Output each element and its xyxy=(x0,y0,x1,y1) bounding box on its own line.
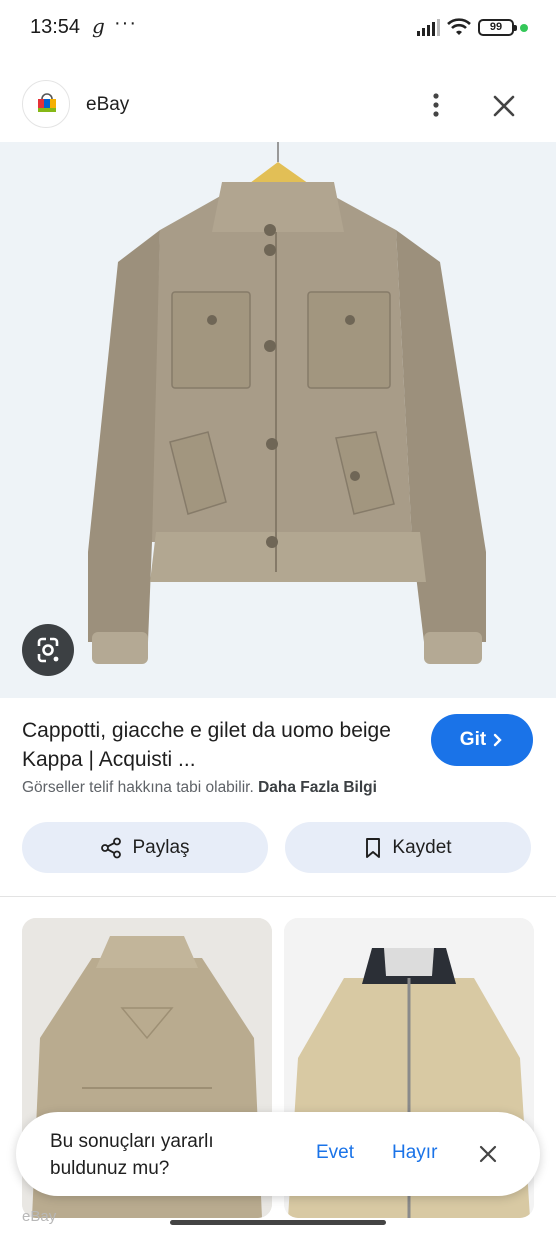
related-source: eBay xyxy=(22,1208,57,1225)
ebay-bag-icon xyxy=(22,80,70,128)
header: eBay xyxy=(0,72,556,136)
share-label: Paylaş xyxy=(132,836,190,858)
feedback-yes-button[interactable]: Evet xyxy=(316,1142,354,1164)
copyright-text: Görseller telif hakkına tabi olabilir. xyxy=(22,779,254,796)
home-indicator[interactable] xyxy=(170,1220,386,1225)
main-product-image[interactable] xyxy=(0,142,556,698)
visit-label: Git xyxy=(459,729,487,750)
bookmark-icon xyxy=(366,837,381,858)
more-vert-icon[interactable] xyxy=(424,90,448,120)
battery-icon: 99 xyxy=(478,19,517,36)
close-icon[interactable] xyxy=(490,92,518,120)
lens-search-button[interactable] xyxy=(22,624,74,676)
feedback-card: Bu sonuçları yararlı buldunuz mu? Evet H… xyxy=(16,1112,540,1196)
site-name[interactable]: eBay xyxy=(86,94,129,116)
jacket-illustration xyxy=(0,142,556,698)
wifi-icon xyxy=(447,18,471,35)
share-icon xyxy=(101,837,122,858)
save-button[interactable]: Kaydet xyxy=(285,822,531,873)
visit-button[interactable]: Git xyxy=(431,714,533,766)
share-button[interactable]: Paylaş xyxy=(22,822,268,873)
divider xyxy=(0,896,556,897)
chevron-right-icon xyxy=(493,733,502,747)
status-time: 13:54 xyxy=(30,16,81,38)
copyright-notice: Görseller telif hakkına tabi olabilir. D… xyxy=(22,779,377,797)
signal-icon xyxy=(417,19,440,36)
status-bar: 13:54 g ··· 99 xyxy=(0,0,556,56)
privacy-indicator-dot xyxy=(520,24,528,32)
feedback-close-icon[interactable] xyxy=(478,1144,498,1164)
lens-icon xyxy=(37,637,59,663)
feedback-no-button[interactable]: Hayır xyxy=(392,1142,437,1164)
more-info-link[interactable]: Daha Fazla Bilgi xyxy=(258,779,377,796)
status-dots: ··· xyxy=(114,12,137,34)
result-title[interactable]: Cappotti, giacche e gilet da uomo beige … xyxy=(22,716,414,774)
feedback-question: Bu sonuçları yararlı buldunuz mu? xyxy=(50,1131,214,1179)
g-logo-icon: g xyxy=(92,14,105,38)
save-label: Kaydet xyxy=(392,836,452,858)
